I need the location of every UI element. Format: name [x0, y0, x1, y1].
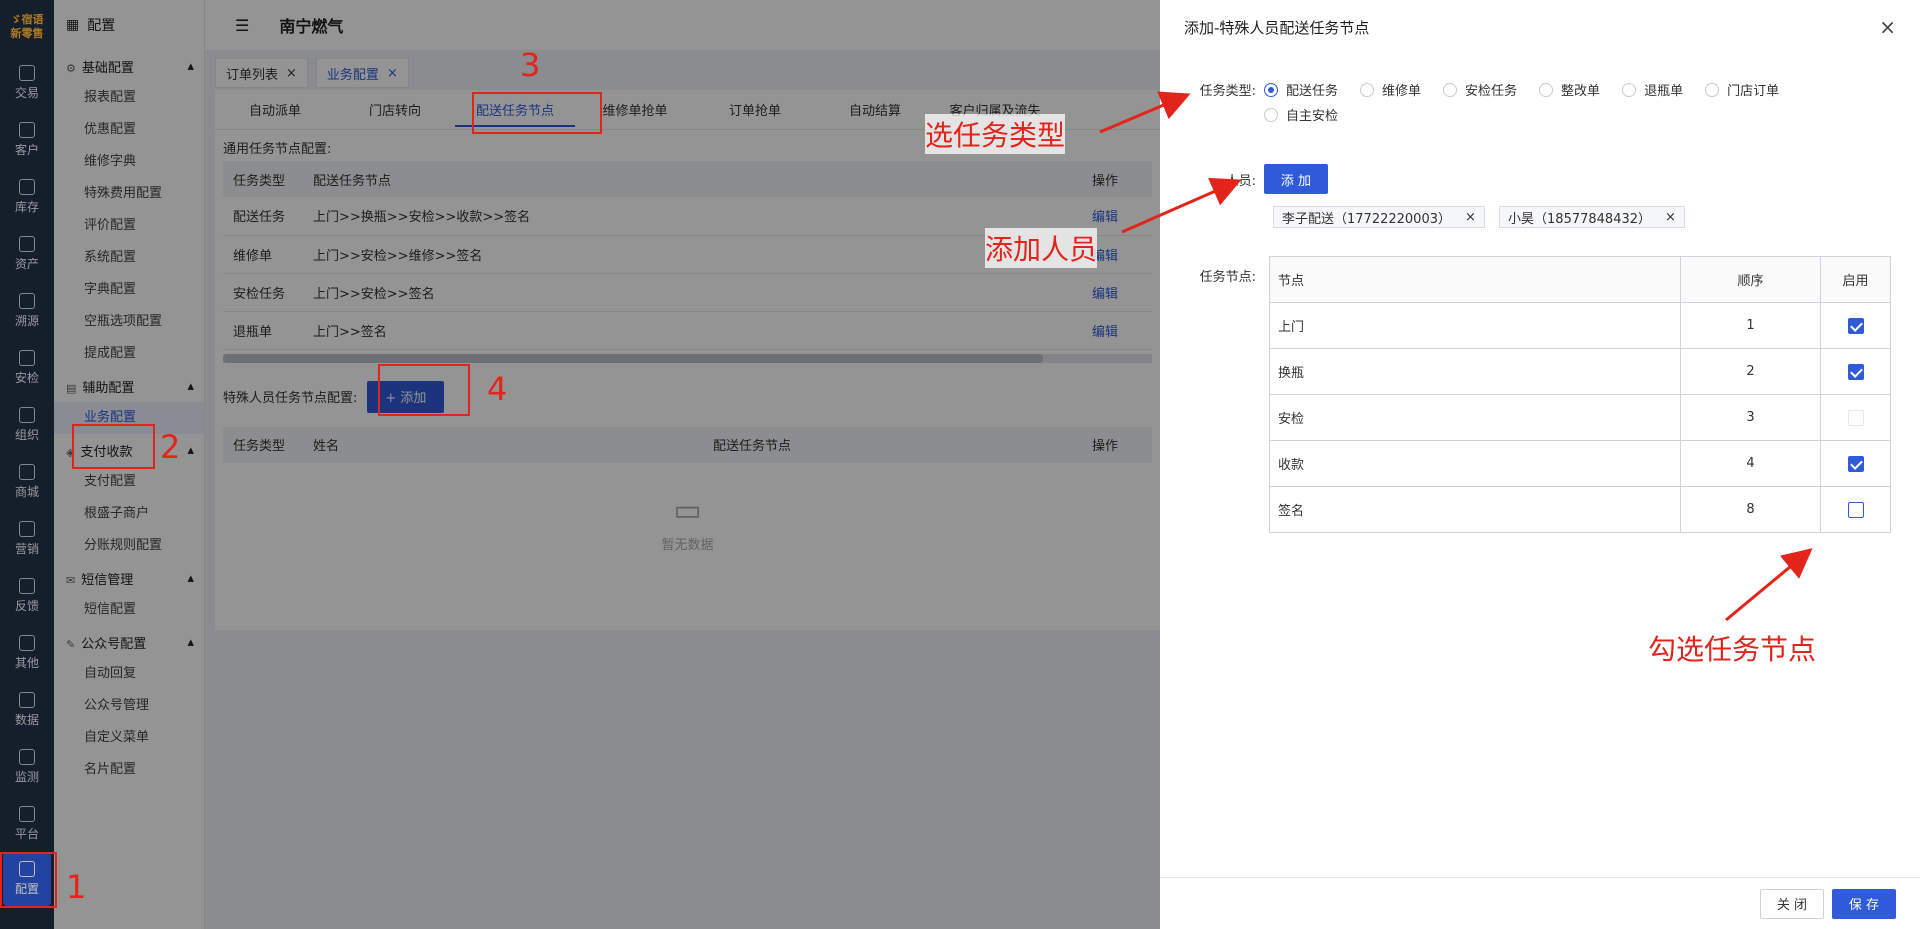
- arrow: [1099, 91, 1191, 134]
- arrow: [1725, 548, 1813, 622]
- annotation-arrows: [1099, 91, 1813, 622]
- arrow: [1121, 177, 1242, 234]
